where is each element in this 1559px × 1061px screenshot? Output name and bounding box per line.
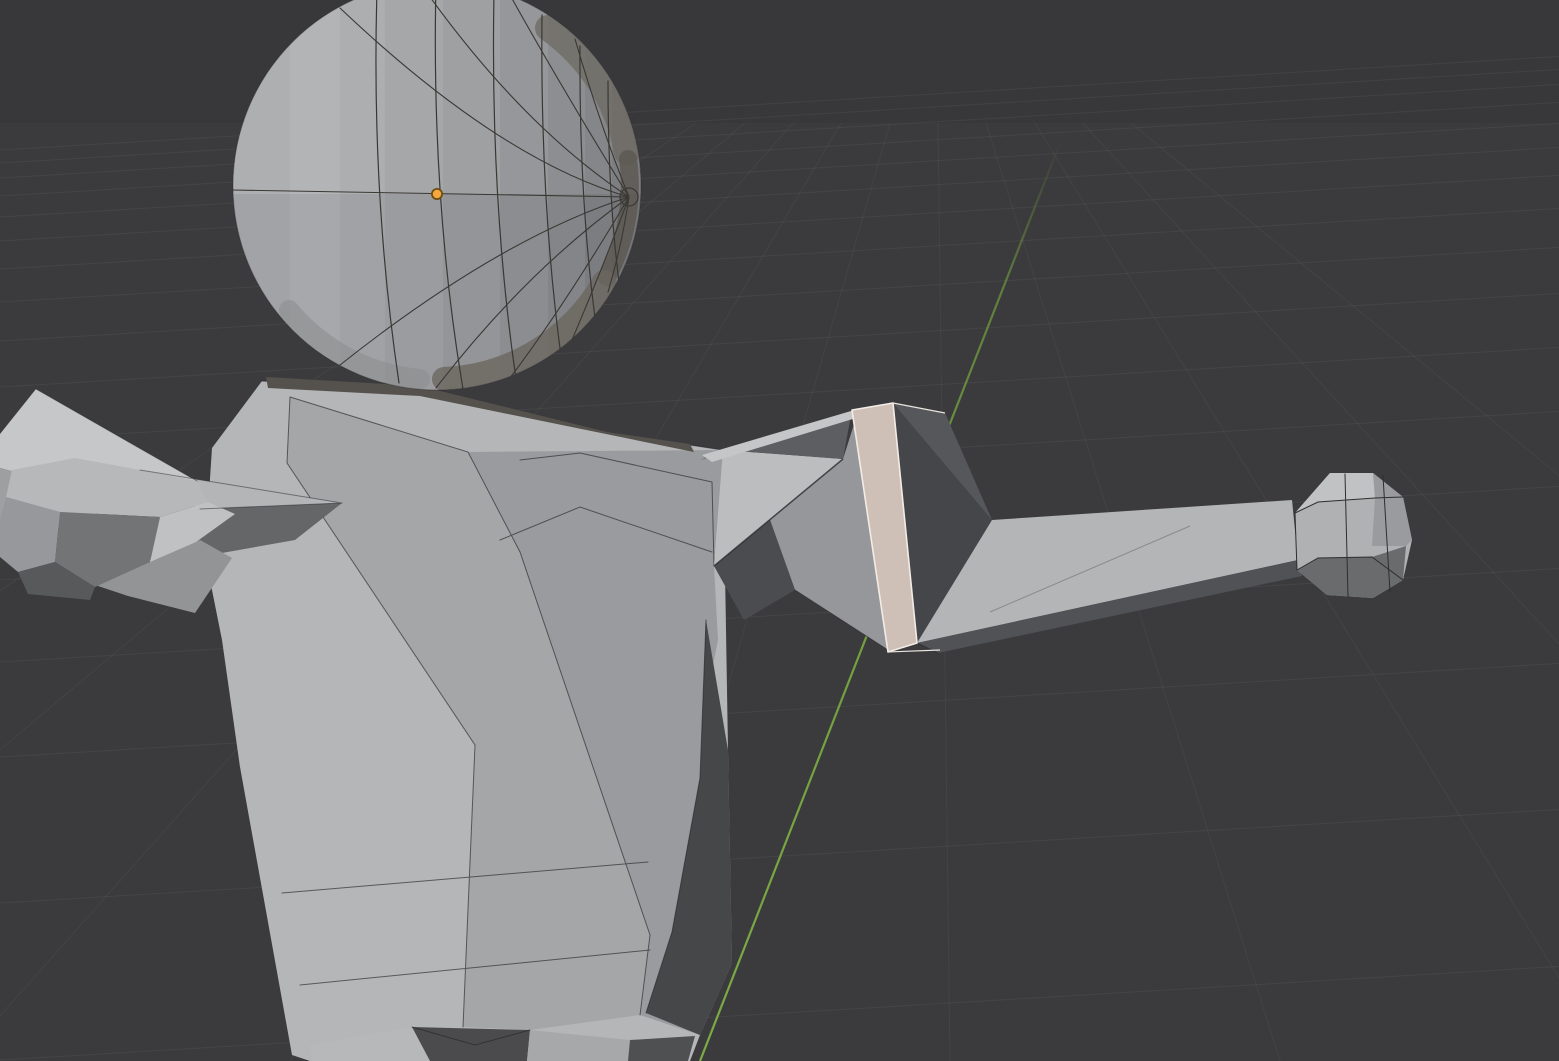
horizon-fade-band xyxy=(0,0,1559,123)
right-leg-shadow-face[interactable] xyxy=(628,1036,695,1061)
viewport-3d[interactable] xyxy=(0,0,1559,1061)
origin-dot[interactable] xyxy=(433,190,441,198)
viewport-scene-canvas[interactable] xyxy=(0,0,1559,1061)
